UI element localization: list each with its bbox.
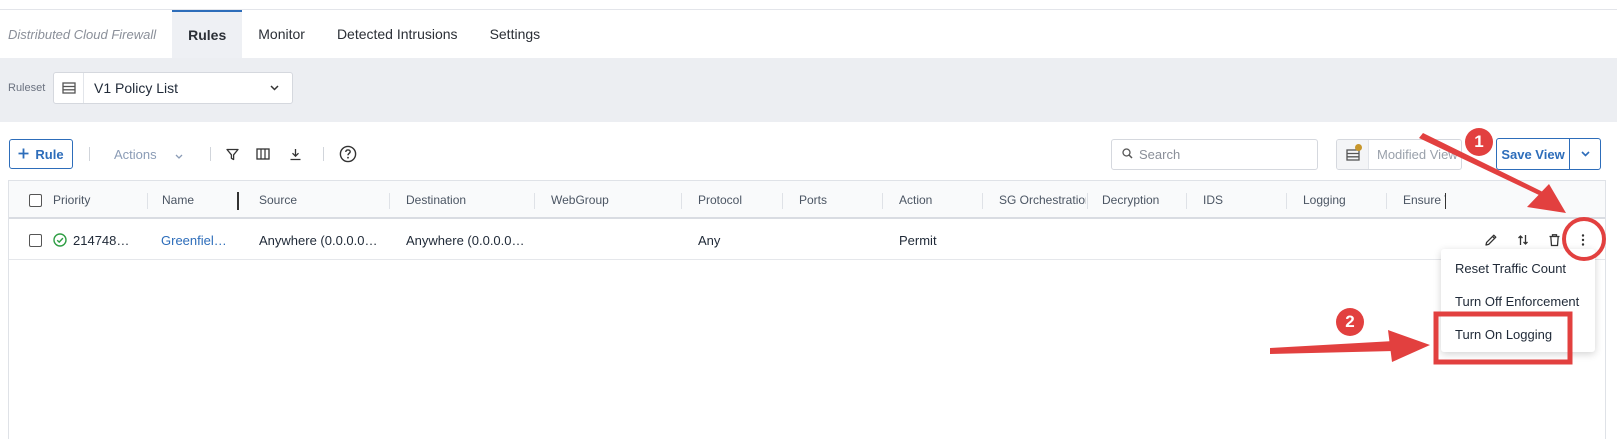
cell-priority: 214748…: [73, 232, 130, 248]
column-header-webgroup[interactable]: WebGroup: [551, 181, 676, 219]
chevron-down-icon[interactable]: [1570, 139, 1600, 169]
cell-action: Permit: [899, 232, 937, 248]
cell-protocol: Any: [698, 232, 721, 248]
actions-dropdown[interactable]: Actions: [102, 138, 183, 170]
list-icon: [54, 73, 84, 103]
ruleset-value: V1 Policy List: [94, 80, 179, 96]
annotation-badge-2: 2: [1336, 308, 1364, 336]
tab-rules[interactable]: Rules: [172, 10, 243, 58]
save-view-button[interactable]: Save View: [1496, 138, 1601, 170]
view-icon: [1337, 140, 1369, 169]
tab-settings[interactable]: Settings: [474, 10, 557, 58]
toolbar-divider: [323, 147, 324, 161]
tab-monitor[interactable]: Monitor: [242, 10, 321, 58]
menu-item-turn-off-enforcement[interactable]: Turn Off Enforcement: [1441, 285, 1595, 317]
grid-header: Priority Name Source Destination WebGrou…: [9, 181, 1605, 219]
modified-indicator-dot: [1355, 144, 1362, 151]
annotation-badge-1: 1: [1465, 128, 1493, 156]
check-circle-icon: [53, 220, 67, 260]
modified-view-label: Modified View: [1377, 147, 1458, 162]
select-all-checkbox[interactable]: [29, 181, 42, 219]
column-header-ports[interactable]: Ports: [799, 181, 879, 219]
grid-toolbar: Rule Actions Modified View Save View: [0, 138, 1617, 172]
rules-grid: Priority Name Source Destination WebGrou…: [8, 180, 1606, 439]
modified-view-select[interactable]: Modified View: [1336, 139, 1462, 170]
actions-label: Actions: [114, 146, 157, 162]
top-tabs: Distributed Cloud Firewall Rules Monitor…: [0, 10, 1617, 58]
cell-webgroup: [551, 220, 671, 260]
column-header-action[interactable]: Action: [899, 181, 979, 219]
column-header-destination[interactable]: Destination: [406, 181, 531, 219]
cell-name-link[interactable]: Greenfiel…: [161, 220, 241, 260]
column-header-ensure-tls[interactable]: Ensure T: [1403, 181, 1445, 219]
column-header-priority[interactable]: Priority: [53, 181, 143, 219]
help-icon[interactable]: [338, 144, 358, 164]
filter-icon[interactable]: [222, 144, 242, 164]
ruleset-select[interactable]: V1 Policy List: [53, 72, 293, 104]
ruleset-bar: Ruleset V1 Policy List: [0, 58, 1617, 122]
search-input[interactable]: [1139, 147, 1299, 162]
column-header-ids[interactable]: IDS: [1203, 181, 1283, 219]
column-header-sg-orchestration[interactable]: SG Orchestration: [999, 181, 1086, 219]
search-icon: [1122, 147, 1133, 162]
columns-icon[interactable]: [253, 144, 273, 164]
menu-item-turn-on-logging[interactable]: Turn On Logging: [1441, 318, 1595, 350]
plus-icon: [18, 147, 29, 162]
column-header-logging[interactable]: Logging: [1303, 181, 1383, 219]
column-header-source[interactable]: Source: [259, 181, 384, 219]
toolbar-divider: [210, 147, 211, 161]
column-header-decryption[interactable]: Decryption: [1102, 181, 1182, 219]
cell-destination: Anywhere (0.0.0.0…: [406, 232, 525, 248]
chevron-down-icon: [175, 147, 183, 162]
row-actions-menu: Reset Traffic Count Turn Off Enforcement…: [1441, 249, 1595, 352]
add-rule-label: Rule: [35, 146, 64, 162]
save-view-label[interactable]: Save View: [1497, 139, 1570, 169]
add-rule-button[interactable]: Rule: [9, 139, 73, 169]
app-title: Distributed Cloud Firewall: [8, 26, 157, 42]
cell-ports: [799, 220, 879, 260]
chevron-down-icon: [270, 83, 292, 94]
search-field[interactable]: [1111, 139, 1318, 170]
tab-detected-intrusions[interactable]: Detected Intrusions: [321, 10, 474, 58]
cell-source: Anywhere (0.0.0.0…: [259, 232, 378, 248]
download-icon[interactable]: [285, 144, 305, 164]
row-checkbox[interactable]: [29, 220, 42, 260]
column-header-name[interactable]: Name: [162, 181, 232, 219]
ruleset-label: Ruleset: [8, 82, 46, 94]
column-header-protocol[interactable]: Protocol: [698, 181, 778, 219]
toolbar-divider: [89, 147, 90, 161]
table-row[interactable]: 214748… Greenfiel… Anywhere (0.0.0.0… An…: [9, 220, 1605, 260]
menu-item-reset-traffic-count[interactable]: Reset Traffic Count: [1441, 252, 1595, 284]
